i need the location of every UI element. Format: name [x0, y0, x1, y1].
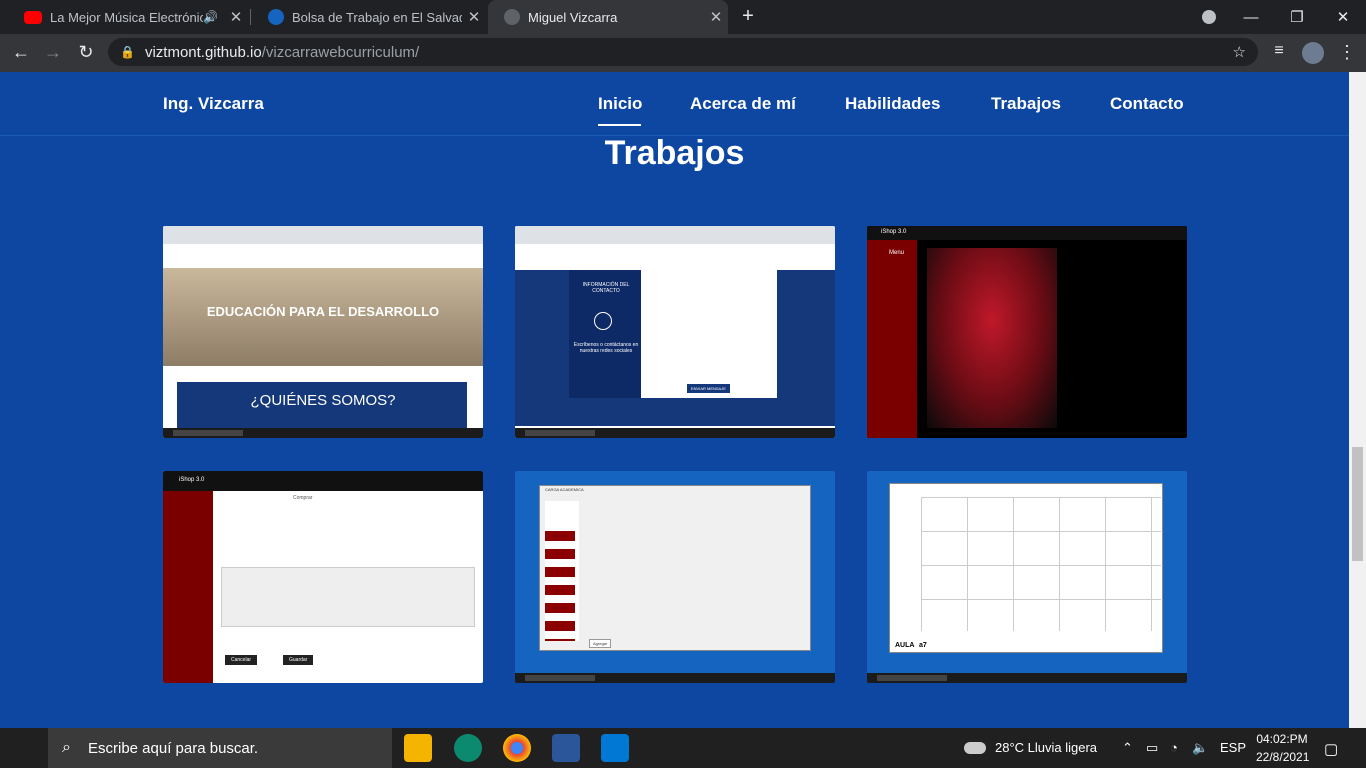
vscode-icon[interactable] [601, 734, 629, 762]
project-subheading: Agregar [589, 639, 612, 648]
back-arrow-icon[interactable]: ← [10, 42, 32, 63]
cloud-icon [964, 742, 986, 754]
clock-time[interactable]: 04:02:PM [1256, 732, 1308, 746]
close-icon[interactable]: ✕ [462, 8, 486, 26]
wifi-icon[interactable]: ◔ [1170, 740, 1178, 755]
project-card-carga[interactable]: CARGA ACADEMICA Agregar [515, 471, 835, 683]
project-subheading: ¿QUIÉNES SOMOS? [250, 392, 396, 409]
site-brand[interactable]: Ing. Vizcarra [163, 94, 264, 114]
nav-inicio[interactable]: Inicio [598, 94, 642, 114]
url-input[interactable]: 🔒 viztmont.github.io /vizcarrawebcurricu… [108, 38, 1258, 66]
clock-date[interactable]: 22/8/2021 [1256, 750, 1309, 764]
avatar[interactable] [1302, 42, 1324, 64]
project-heading: iShop 3.0 [179, 477, 205, 483]
minimize-icon[interactable]: — [1228, 0, 1274, 34]
nav-contacto[interactable]: Contacto [1110, 94, 1184, 114]
nav-habilidades[interactable]: Habilidades [845, 94, 940, 114]
url-host: viztmont.github.io [144, 43, 262, 61]
tab-title: Miguel Vizcarra [528, 9, 618, 25]
project-heading: EDUCACIÓN PARA EL DESARROLLO [206, 304, 440, 319]
volume-icon[interactable]: 🔈 [1192, 740, 1208, 756]
windows-start-icon[interactable] [0, 728, 48, 768]
chevron-up-icon[interactable]: ⌃ [1122, 740, 1133, 756]
page-scrollbar[interactable] [1349, 72, 1366, 728]
tab-vizcarra[interactable]: Miguel Vizcarra ✕ [488, 0, 728, 34]
project-card-contacto[interactable]: INFORMACIÓN DEL CONTACTO Escríbenos o co… [515, 226, 835, 438]
tab-title: Bolsa de Trabajo en El Salvador - [292, 9, 462, 25]
scrollbar-thumb[interactable] [1352, 447, 1363, 561]
url-path: /vizcarrawebcurriculum/ [261, 43, 420, 61]
chrome-icon[interactable] [503, 734, 531, 762]
new-tab-button[interactable]: + [738, 5, 758, 28]
project-heading: CARGA ACADEMICA [545, 487, 584, 492]
close-icon[interactable]: ✕ [224, 8, 248, 26]
tab-search-icon[interactable] [1186, 0, 1232, 34]
section-title: Trabajos [604, 134, 745, 172]
project-card-ishop-menu[interactable]: iShop 3.0 Menu [867, 226, 1187, 438]
globe-icon [504, 9, 520, 25]
project-subheading: Escríbenos o contáctanos en nuestras red… [573, 342, 639, 354]
project-subheading: Menu [889, 250, 905, 256]
star-icon[interactable]: ☆ [1233, 43, 1246, 61]
youtube-icon [24, 10, 42, 24]
project-card-ishop-compra[interactable]: iShop 3.0 Comprar Cancelar Guardar [163, 471, 483, 683]
browser-tab-bar: La Mejor Música Electrónica 🔊 ✕ Bolsa de… [0, 0, 1366, 34]
file-explorer-icon[interactable] [404, 734, 432, 762]
language-indicator[interactable]: ESP [1220, 740, 1246, 755]
media-control-icon[interactable]: ≡ [1268, 42, 1290, 60]
project-btn-cancel: Cancelar [225, 655, 258, 665]
project-heading: INFORMACIÓN DEL CONTACTO [582, 282, 630, 294]
project-card-aula[interactable]: AULA a7 [867, 471, 1187, 683]
tab-divider [250, 9, 251, 25]
speaker-icon[interactable]: 🔊 [203, 10, 218, 24]
battery-icon[interactable]: ▭ [1146, 740, 1158, 756]
nav-trabajos[interactable]: Trabajos [991, 94, 1061, 114]
project-card-educacion[interactable]: EDUCACIÓN PARA EL DESARROLLO ¿QUIÉNES SO… [163, 226, 483, 438]
search-icon: ⌕ [62, 739, 71, 756]
lock-icon: 🔒 [120, 45, 135, 59]
word-icon[interactable] [552, 734, 580, 762]
tab-title: La Mejor Música Electrónica [50, 9, 204, 25]
menu-dots-icon[interactable]: ⋮ [1336, 42, 1358, 63]
forward-arrow-icon[interactable]: → [42, 42, 64, 63]
weather-text[interactable]: 28°C Lluvia ligera [995, 740, 1097, 755]
restore-icon[interactable]: ❐ [1274, 0, 1320, 34]
reload-icon[interactable]: ↻ [75, 42, 97, 63]
nav-acerca[interactable]: Acerca de mí [690, 94, 796, 114]
project-btn-save: Guardar [283, 655, 314, 665]
search-placeholder: Escribe aquí para buscar. [88, 739, 259, 757]
project-heading: iShop 3.0 [881, 229, 907, 235]
project-button: ENVIAR MENSAJE [687, 384, 730, 393]
project-subheading: a7 [919, 642, 927, 649]
taskbar-search-input[interactable]: ⌕ Escribe aquí para buscar. [48, 728, 392, 768]
active-nav-underline [598, 124, 641, 126]
close-window-icon[interactable]: ✕ [1320, 0, 1366, 34]
notification-icon[interactable]: ▢ [1324, 740, 1338, 758]
edge-icon[interactable] [454, 734, 482, 762]
project-heading: AULA [895, 642, 915, 649]
tab-music[interactable]: La Mejor Música Electrónica 🔊 ✕ [8, 0, 248, 34]
project-subheading: Comprar [293, 495, 313, 501]
close-icon[interactable]: ✕ [704, 8, 728, 26]
tab-bolsa[interactable]: Bolsa de Trabajo en El Salvador - ✕ [252, 0, 486, 34]
site-icon [268, 9, 284, 25]
